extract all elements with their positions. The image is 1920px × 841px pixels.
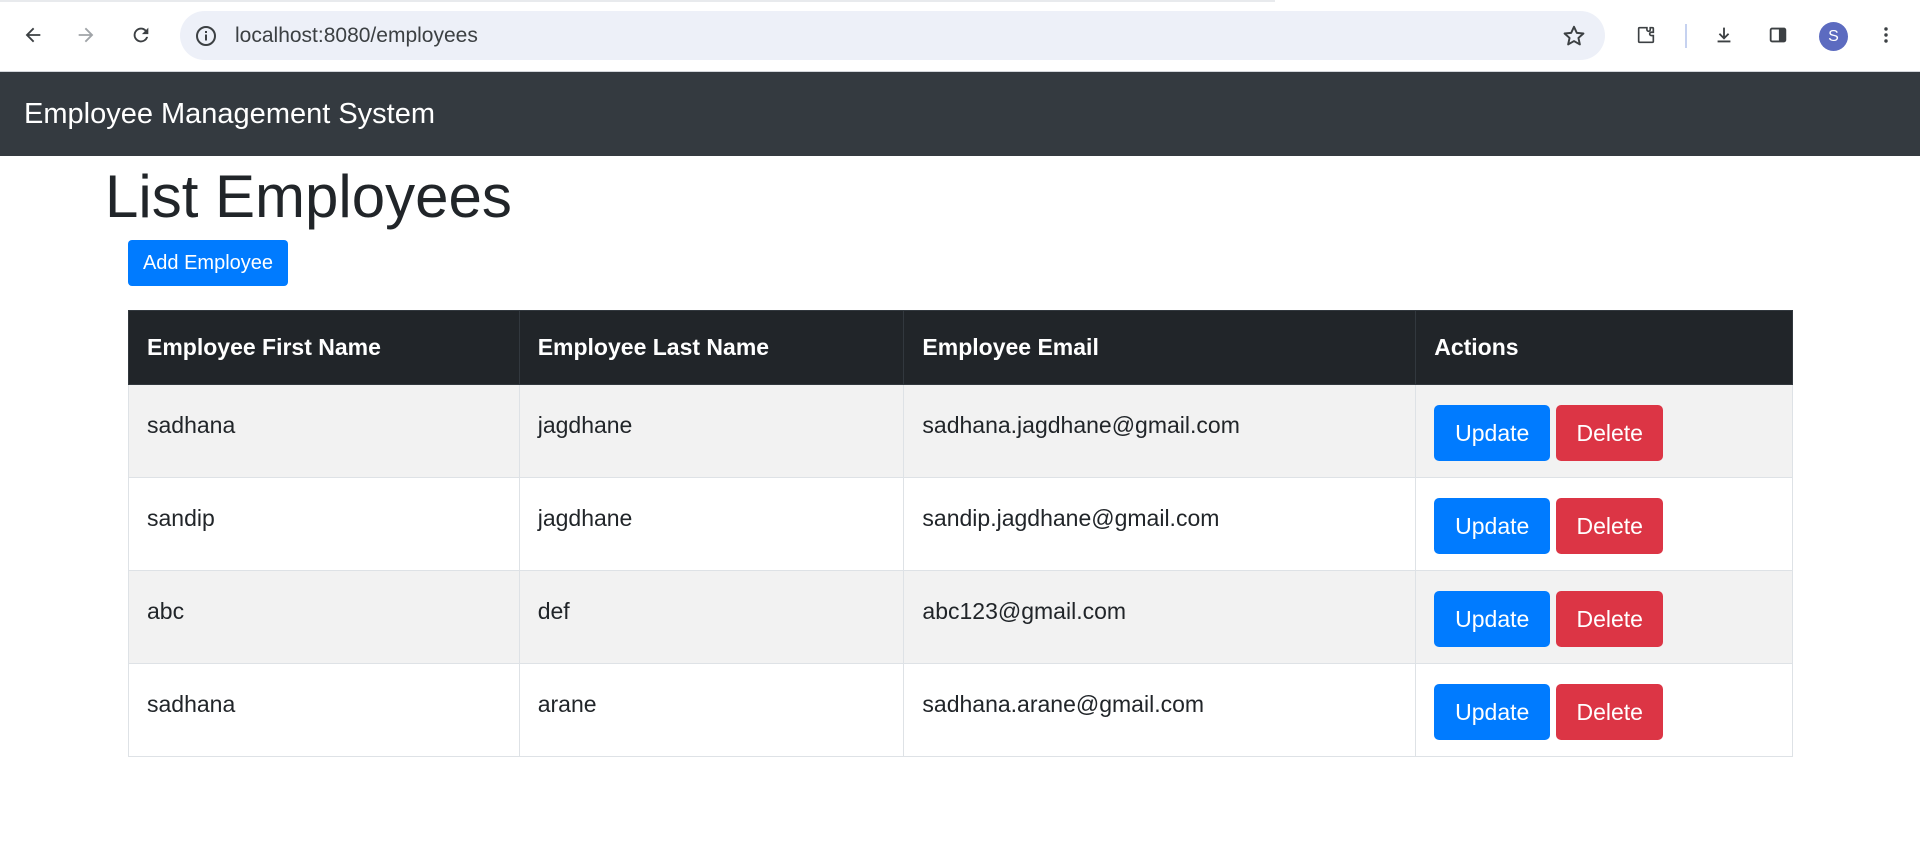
browser-toolbar: localhost:8080/employees S <box>0 0 1920 72</box>
table-row: sadhana jagdhane sadhana.jagdhane@gmail.… <box>128 384 1793 478</box>
table-header-row: Employee First Name Employee Last Name E… <box>128 310 1793 385</box>
browser-menu-button[interactable] <box>1868 17 1904 53</box>
header-email: Employee Email <box>903 310 1417 385</box>
header-actions: Actions <box>1415 310 1793 385</box>
url-text[interactable]: localhost:8080/employees <box>235 11 478 60</box>
info-icon[interactable] <box>194 24 218 48</box>
header-last-name: Employee Last Name <box>518 310 905 385</box>
cell-actions: Update Delete <box>1415 477 1793 571</box>
cell-email: abc123@gmail.com <box>903 570 1417 664</box>
navbar-brand[interactable]: Employee Management System <box>24 72 435 156</box>
cell-email: sadhana.jagdhane@gmail.com <box>903 384 1417 478</box>
download-icon <box>1717 27 1731 43</box>
cell-actions: Update Delete <box>1415 663 1793 757</box>
update-button[interactable]: Update <box>1434 591 1551 647</box>
loading-bar <box>0 0 1275 2</box>
profile-avatar[interactable]: S <box>1819 22 1848 51</box>
toolbar-separator <box>1685 24 1687 48</box>
reload-button[interactable] <box>123 17 159 53</box>
extensions-button[interactable] <box>1628 17 1664 53</box>
delete-button[interactable]: Delete <box>1556 498 1664 554</box>
update-button[interactable]: Update <box>1434 498 1551 554</box>
address-bar[interactable]: localhost:8080/employees <box>180 11 1605 60</box>
cell-last-name: jagdhane <box>518 384 905 478</box>
employees-table: Employee First Name Employee Last Name E… <box>128 310 1793 757</box>
forward-arrow-icon <box>78 27 94 43</box>
table-row: sandip jagdhane sandip.jagdhane@gmail.co… <box>128 477 1793 571</box>
add-employee-button[interactable]: Add Employee <box>128 240 288 286</box>
update-button[interactable]: Update <box>1434 684 1551 740</box>
cell-first-name: sadhana <box>128 384 520 478</box>
cell-actions: Update Delete <box>1415 384 1793 478</box>
table-row: abc def abc123@gmail.com Update Delete <box>128 570 1793 664</box>
back-button[interactable] <box>15 17 51 53</box>
cell-email: sandip.jagdhane@gmail.com <box>903 477 1417 571</box>
delete-button[interactable]: Delete <box>1556 684 1664 740</box>
delete-button[interactable]: Delete <box>1556 405 1664 461</box>
downloads-button[interactable] <box>1706 17 1742 53</box>
app-navbar: Employee Management System <box>0 72 1920 156</box>
cell-last-name: arane <box>518 663 905 757</box>
cell-last-name: jagdhane <box>518 477 905 571</box>
reload-icon <box>133 27 149 43</box>
back-arrow-icon <box>25 27 41 43</box>
cell-first-name: sadhana <box>128 663 520 757</box>
extensions-icon <box>1637 26 1655 44</box>
cell-actions: Update Delete <box>1415 570 1793 664</box>
table-row: sadhana arane sadhana.arane@gmail.com Up… <box>128 663 1793 757</box>
update-button[interactable]: Update <box>1434 405 1551 461</box>
side-panel-button[interactable] <box>1760 17 1796 53</box>
delete-button[interactable]: Delete <box>1556 591 1664 647</box>
side-panel-icon <box>1769 27 1787 43</box>
forward-button[interactable] <box>68 17 104 53</box>
more-vert-icon <box>1884 27 1888 43</box>
cell-first-name: abc <box>128 570 520 664</box>
header-first-name: Employee First Name <box>128 310 520 385</box>
page-title: List Employees <box>105 163 512 230</box>
cell-email: sadhana.arane@gmail.com <box>903 663 1417 757</box>
cell-last-name: def <box>518 570 905 664</box>
cell-first-name: sandip <box>128 477 520 571</box>
bookmark-star-icon[interactable] <box>1561 23 1587 49</box>
